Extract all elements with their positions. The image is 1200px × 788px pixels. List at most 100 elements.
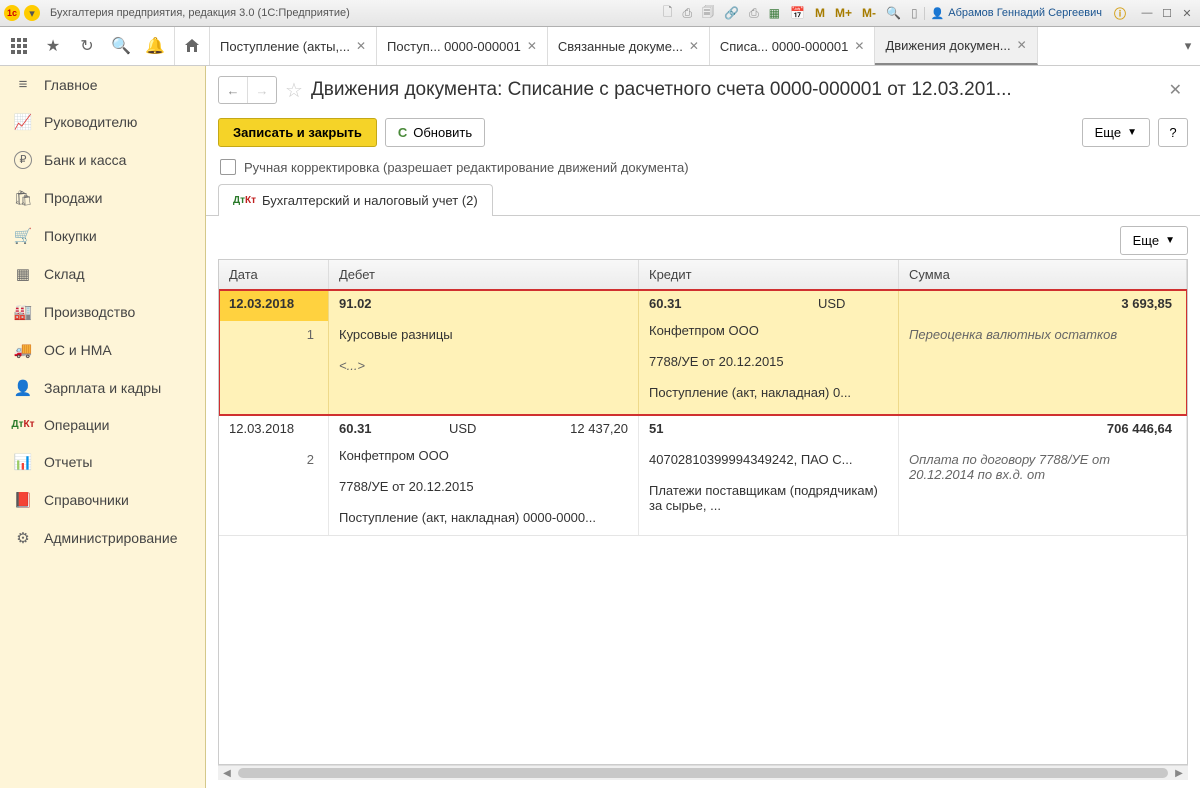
entry-sum: 3 693,85 [899,290,1186,321]
tab-4[interactable]: Движения докумен... ✕ [875,27,1037,65]
horizontal-scrollbar[interactable]: ◀ ▶ [218,765,1188,780]
tab-close-icon[interactable]: ✕ [527,39,537,53]
debit-line-empty [329,383,638,414]
scrollbar-thumb[interactable] [238,768,1168,778]
save-close-button[interactable]: Записать и закрыть [218,118,377,147]
tb-calendar-icon[interactable]: ▦ [765,4,784,22]
tab-close-icon[interactable]: ✕ [854,39,864,53]
manual-edit-row[interactable]: Ручная корректировка (разрешает редактир… [206,151,1200,183]
sidebar-item-manager[interactable]: 📈Руководителю [0,103,205,141]
info-icon[interactable]: ⓘ [1110,3,1130,24]
tab-label: Поступ... 0000-000001 [387,39,521,54]
table-row[interactable]: 12.03.2018 1 91.02 Курсовые разницы <...… [219,290,1187,415]
table-row[interactable]: 12.03.2018 2 60.31 USD 12 437,20 Конфетп… [219,415,1187,536]
sidebar-item-warehouse[interactable]: ▦Склад [0,255,205,293]
manual-edit-label: Ручная корректировка (разрешает редактир… [244,160,689,175]
sidebar-label: Покупки [44,228,97,244]
chevron-down-icon: ▼ [1165,235,1175,246]
table-header: Дата Дебет Кредит Сумма [219,260,1187,290]
maximize-button[interactable]: ☐ [1158,5,1176,21]
home-button[interactable] [175,27,210,65]
tb-mminus-button[interactable]: M- [858,4,880,22]
tabs-overflow-button[interactable]: ▾ [1176,27,1200,65]
accounting-tab[interactable]: ДтКт Бухгалтерский и налоговый учет (2) [218,184,493,216]
entries-table: Дата Дебет Кредит Сумма 12.03.2018 1 91.… [218,259,1188,765]
minimize-button[interactable]: — [1138,5,1156,21]
sidebar-label: Зарплата и кадры [44,380,161,396]
sidebar-item-sales[interactable]: 🛍Продажи [0,179,205,217]
tab-3[interactable]: Списа... 0000-000001 ✕ [710,27,876,65]
tb-preview-icon[interactable]: 🗋 [659,1,677,26]
table-more-button[interactable]: Еще▼ [1120,226,1188,255]
scroll-left-icon[interactable]: ◀ [218,766,236,780]
sidebar: ≡Главное 📈Руководителю ₽Банк и касса 🛍Пр… [0,66,206,788]
debit-line: <...> [329,352,638,383]
app-title: Бухгалтерия предприятия, редакция 3.0 (1… [50,7,350,19]
bell-icon[interactable]: 🔔 [140,31,170,61]
truck-icon: 🚚 [14,341,32,359]
tab-1[interactable]: Поступ... 0000-000001 ✕ [377,27,548,65]
dtkt-icon: ДтКт [14,421,32,429]
page-title: Движения документа: Списание с расчетног… [311,79,1155,101]
tab-label: Списа... 0000-000001 [720,39,849,54]
debit-account: 91.02 [329,290,638,321]
tab-0[interactable]: Поступление (акты,...✕ [210,27,377,65]
sidebar-item-admin[interactable]: ⚙Администрирование [0,519,205,557]
credit-account: 51 [639,415,898,446]
tb-link-icon[interactable]: 🔗 [720,4,743,22]
scroll-right-icon[interactable]: ▶ [1170,766,1188,780]
tb-panel-icon[interactable]: ▯ [907,4,922,22]
favorite-star-icon[interactable]: ☆ [285,78,303,103]
history-icon[interactable]: ↻ [72,31,102,61]
tab-close-icon[interactable]: ✕ [1017,38,1027,52]
sidebar-item-assets[interactable]: 🚚ОС и НМА [0,331,205,369]
bag-icon: 🛍 [14,189,32,207]
content-area: ← → ☆ Движения документа: Списание с рас… [206,66,1200,788]
tb-copy-icon[interactable]: 🗐 [698,1,718,26]
close-button[interactable]: ✕ [1178,5,1196,21]
col-debit[interactable]: Дебет [329,260,639,289]
sidebar-item-hr[interactable]: 👤Зарплата и кадры [0,369,205,407]
col-date[interactable]: Дата [219,260,329,289]
sidebar-item-operations[interactable]: ДтКтОперации [0,407,205,443]
sidebar-item-main[interactable]: ≡Главное [0,66,205,103]
more-button[interactable]: Еще▼ [1082,118,1150,147]
tb-m-button[interactable]: M [811,4,829,22]
sidebar-item-bank[interactable]: ₽Банк и касса [0,141,205,179]
tab-close-icon[interactable]: ✕ [356,39,366,53]
user-icon: 👤 [931,7,945,20]
tb-print2-icon[interactable]: ⎙ [745,4,763,23]
forward-button[interactable]: → [247,77,276,103]
app-dropdown-icon[interactable]: ▾ [24,5,40,21]
credit-line: Поступление (акт, накладная) 0... [639,379,898,410]
col-credit[interactable]: Кредит [639,260,899,289]
sidebar-label: Главное [44,77,98,93]
credit-account: 60.31 [639,290,808,317]
tb-print-icon[interactable]: ⎙ [679,4,697,23]
apps-icon[interactable] [4,31,34,61]
gear-icon: ⚙ [14,529,32,547]
boxes-icon: ▦ [14,265,32,283]
tb-date-icon[interactable]: 📅 [786,4,809,22]
sidebar-label: Производство [44,304,135,320]
tb-zoom-icon[interactable]: 🔍 [882,4,905,22]
sidebar-item-production[interactable]: 🏭Производство [0,293,205,331]
refresh-button[interactable]: СОбновить [385,118,485,147]
nav-buttons: ← → [218,76,277,104]
tab-label: Движения докумен... [885,38,1010,53]
manual-edit-checkbox[interactable] [220,159,236,175]
debit-line: Курсовые разницы [329,321,638,352]
tab-2[interactable]: Связанные докуме...✕ [548,27,710,65]
page-close-button[interactable]: ✕ [1163,80,1188,100]
sidebar-item-reports[interactable]: 📊Отчеты [0,443,205,481]
current-user[interactable]: 👤 Абрамов Геннадий Сергеевич [924,7,1108,20]
tab-close-icon[interactable]: ✕ [689,39,699,53]
col-sum[interactable]: Сумма [899,260,1187,289]
tb-mplus-button[interactable]: M+ [831,4,856,22]
help-button[interactable]: ? [1158,118,1188,147]
sidebar-item-catalogs[interactable]: 📕Справочники [0,481,205,519]
back-button[interactable]: ← [219,77,247,103]
favorite-icon[interactable]: ★ [38,31,68,61]
sidebar-item-purchases[interactable]: 🛒Покупки [0,217,205,255]
search-icon[interactable]: 🔍 [106,31,136,61]
